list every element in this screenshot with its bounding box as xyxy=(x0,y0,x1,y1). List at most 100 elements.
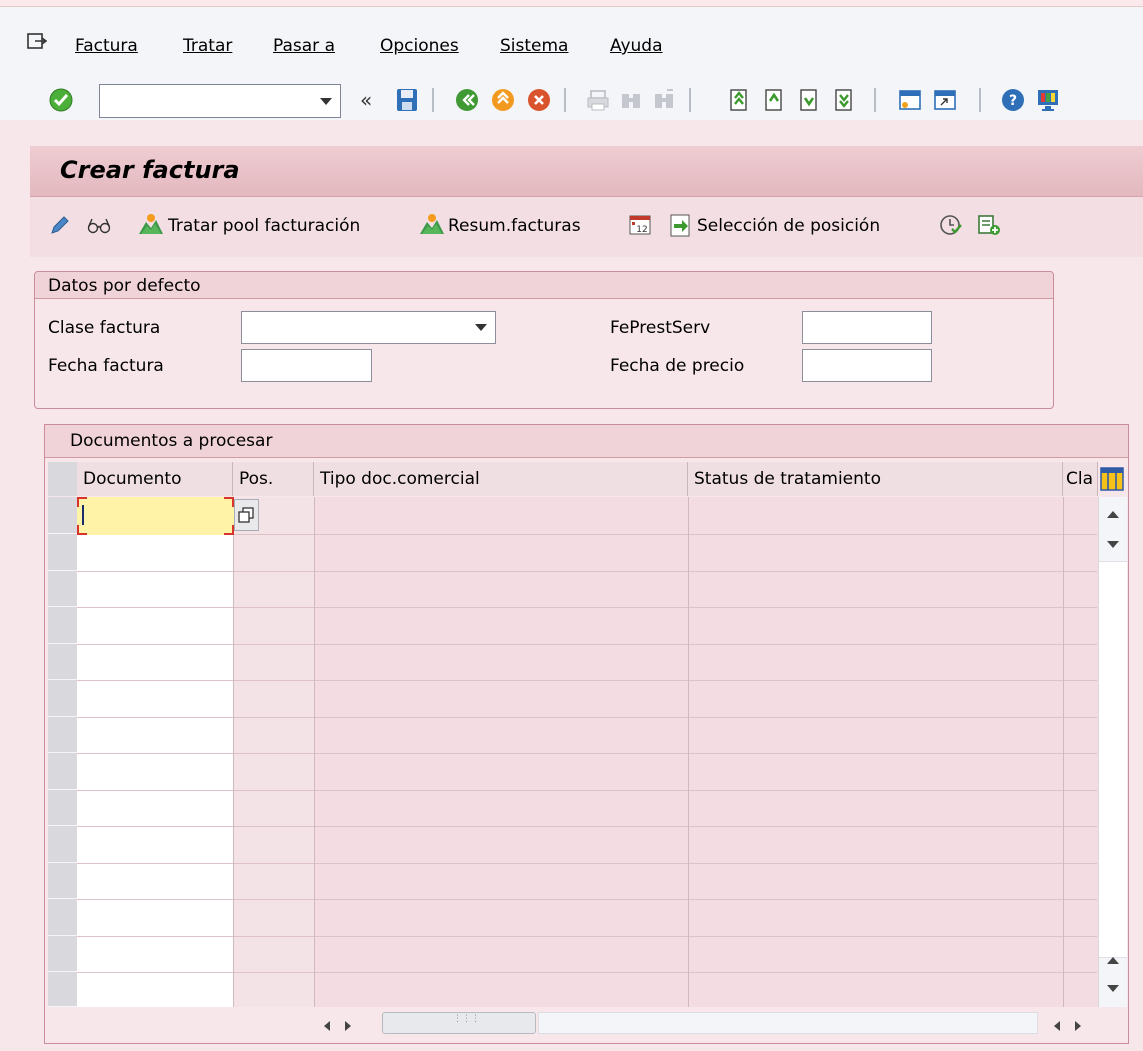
row-selector[interactable] xyxy=(48,607,77,644)
customize-layout-icon[interactable] xyxy=(1035,86,1061,114)
row-selector[interactable] xyxy=(48,680,77,717)
table-settings-icon[interactable] xyxy=(1099,466,1125,492)
row-selector[interactable] xyxy=(48,644,77,680)
column-header-tipo-doc[interactable]: Tipo doc.comercial xyxy=(314,462,688,496)
exit-icon[interactable] xyxy=(490,86,516,114)
row-selector[interactable] xyxy=(48,972,77,1007)
horizontal-scroll-thumb[interactable]: ⋮⋮⋮ xyxy=(382,1012,536,1034)
scroll-page-up-icon[interactable] xyxy=(1107,957,1119,964)
menu-pasar-a[interactable]: Pasar a xyxy=(273,36,335,56)
find-icon[interactable] xyxy=(618,86,644,114)
row-selector[interactable] xyxy=(48,790,77,826)
scroll-track[interactable] xyxy=(1099,561,1127,958)
focus-corner xyxy=(77,525,87,535)
menu-sistema[interactable]: Sistema xyxy=(500,36,568,56)
other-columns-area xyxy=(314,497,1098,1007)
display-glasses-icon[interactable] xyxy=(86,213,112,237)
column-divider xyxy=(233,497,234,1007)
row-selector[interactable] xyxy=(48,497,77,534)
pricing-date-input[interactable] xyxy=(802,349,932,382)
find-next-icon[interactable] xyxy=(651,86,677,114)
title-bar: Crear factura xyxy=(30,146,1143,197)
edit-pencil-icon[interactable] xyxy=(48,213,72,237)
menu-opciones[interactable]: Opciones xyxy=(380,36,459,56)
next-page-icon[interactable] xyxy=(795,86,821,114)
billing-pool-icon[interactable] xyxy=(137,212,165,238)
documento-column-area xyxy=(77,497,233,1007)
focus-corner xyxy=(77,497,87,507)
toolbar-separator xyxy=(564,88,566,112)
column-header-cla[interactable]: Cla xyxy=(1063,462,1098,496)
menu-factura[interactable]: Factura xyxy=(75,36,138,56)
scroll-left-icon[interactable] xyxy=(324,1021,330,1031)
item-selection-icon[interactable] xyxy=(667,212,693,238)
calendar-icon[interactable]: 12 xyxy=(628,213,652,237)
active-documento-cell[interactable] xyxy=(77,497,234,535)
save-icon[interactable] xyxy=(394,86,420,114)
menu-exit-icon[interactable] xyxy=(27,33,47,51)
svg-text:?: ? xyxy=(1009,93,1017,109)
row-divider xyxy=(77,936,1097,937)
first-page-icon[interactable] xyxy=(725,86,751,114)
chevron-down-icon[interactable] xyxy=(475,324,487,331)
scroll-left-end-icon[interactable] xyxy=(1054,1021,1060,1031)
column-divider xyxy=(314,497,315,1007)
item-selection-button[interactable]: Selección de posición xyxy=(697,216,880,236)
row-selector[interactable] xyxy=(48,534,77,571)
treat-pool-button[interactable]: Tratar pool facturación xyxy=(168,216,360,236)
row-selector[interactable] xyxy=(48,936,77,972)
row-divider xyxy=(77,899,1097,900)
menu-tratar[interactable]: Tratar xyxy=(183,36,232,56)
row-selector[interactable] xyxy=(48,863,77,899)
row-selector[interactable] xyxy=(48,899,77,936)
scroll-up-icon[interactable] xyxy=(1107,511,1119,518)
menu-bar: Factura Tratar Pasar a Opciones Sistema … xyxy=(0,0,1143,120)
chevron-down-icon[interactable] xyxy=(320,98,332,105)
enter-icon[interactable] xyxy=(48,86,74,114)
column-header-documento[interactable]: Documento xyxy=(77,462,233,496)
defaults-group-title: Datos por defecto xyxy=(48,276,201,296)
row-divider xyxy=(77,571,1097,572)
pricing-date-label: Fecha de precio xyxy=(610,356,745,376)
row-divider xyxy=(77,644,1097,645)
column-header-status[interactable]: Status de tratamiento xyxy=(688,462,1063,496)
row-selector[interactable] xyxy=(48,717,77,753)
summary-invoices-icon[interactable] xyxy=(418,212,446,238)
back-icon[interactable] xyxy=(454,86,480,114)
billing-type-dropdown[interactable] xyxy=(241,311,496,344)
cancel-icon[interactable] xyxy=(526,86,552,114)
double-left-icon[interactable]: « xyxy=(360,88,372,112)
toolbar-separator xyxy=(979,88,981,112)
create-session-icon[interactable] xyxy=(897,86,923,114)
menu-ayuda[interactable]: Ayuda xyxy=(610,36,663,56)
row-selector[interactable] xyxy=(48,826,77,863)
row-selector[interactable] xyxy=(48,571,77,607)
scroll-right-icon[interactable] xyxy=(345,1021,351,1031)
shortcut-icon[interactable] xyxy=(932,86,958,114)
service-date-input[interactable] xyxy=(802,311,932,344)
pos-value-help-button[interactable] xyxy=(234,499,259,531)
horizontal-scroll-track[interactable] xyxy=(538,1012,1038,1034)
print-icon[interactable] xyxy=(585,86,611,114)
command-field[interactable] xyxy=(99,84,341,118)
vertical-scrollbar[interactable] xyxy=(1098,497,1127,1007)
help-icon[interactable]: ? xyxy=(1000,86,1026,114)
window-top-border xyxy=(0,0,1143,7)
add-list-icon[interactable] xyxy=(976,213,1002,237)
billing-date-input[interactable] xyxy=(241,349,372,382)
select-all-cell[interactable] xyxy=(48,462,77,496)
last-page-icon[interactable] xyxy=(830,86,856,114)
text-cursor xyxy=(82,505,84,525)
summary-invoices-button[interactable]: Resum.facturas xyxy=(448,216,581,236)
row-divider xyxy=(77,680,1097,681)
row-selector[interactable] xyxy=(48,753,77,790)
documents-table-title: Documentos a procesar xyxy=(70,431,273,451)
column-header-pos[interactable]: Pos. xyxy=(233,462,314,496)
clock-check-icon[interactable] xyxy=(938,213,964,237)
scroll-right-end-icon[interactable] xyxy=(1075,1021,1081,1031)
focus-corner xyxy=(224,497,234,507)
scroll-down-icon[interactable] xyxy=(1107,985,1119,992)
previous-page-icon[interactable] xyxy=(760,86,786,114)
row-divider xyxy=(77,790,1097,791)
scroll-page-down-icon[interactable] xyxy=(1107,541,1119,548)
